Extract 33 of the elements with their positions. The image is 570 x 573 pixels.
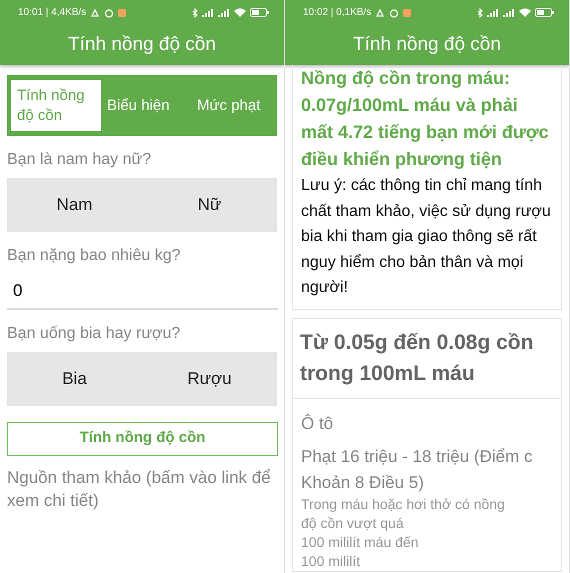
status-time: 10:01 | 4,4KB/s [18,6,86,20]
signal-icon [202,8,214,16]
signal-icon [487,8,499,16]
bluetooth-icon [192,8,198,18]
battery-icon [250,8,270,17]
choice-option[interactable]: Nam [7,178,142,232]
detail-text: 100 mililít máu đến [301,533,420,552]
disclaimer-text: Lưu ý: các thông tin chỉ mang tính chất tham khảo, việc sử dụng rượu bia khi tham gia giao thông sẽ rất nguy hiểm cho bản thân và mọi người! [301,176,552,298]
detail-text: độ cồn vượt quá [301,514,405,534]
detail-text: 100 mililít [301,552,362,572]
question-label: Bạn là nam hay nữ? [7,150,152,170]
battery-icon [535,8,555,17]
vehicle-label: Ô tô [301,412,334,435]
status-time: 10:02 | 0,1KB/s [303,6,372,20]
question-label: Bạn uống bia hay rượu? [7,324,182,344]
app-notification-icon [403,8,412,16]
choice-option[interactable]: Nữ [142,178,277,232]
source-note: Nguồn tham khảo (bấm vào link để xem chi tiết) [7,466,272,512]
question-label: Bạn nặng bao nhiêu kg? [7,246,182,266]
wifi-icon [234,8,246,17]
wifi-icon [519,8,531,17]
penalty-text: Phạt 16 triệu - 18 triệu (Điểm c Khoản 8 Điều 5) [301,446,534,494]
bluetooth-icon [477,8,483,18]
penalty-heading: Từ 0.05g đến 0.08g cồn trong 100mL máu [293,318,561,399]
result-text: Nồng độ cồn trong máu: 0.07g/100mL máu và phải mất 4.72 tiếng bạn mới được điều khiển phương tiện [301,67,550,171]
signal-icon [218,8,230,16]
detail-text: Trong máu hoặc hơi thở có nồng [301,495,506,514]
app-title: Tính nồng độ cồn [353,32,501,57]
signal-icon [503,8,515,16]
app-title: Tính nồng độ cồn [68,32,216,57]
app-notification-icon [118,8,126,16]
choice-option[interactable]: Rượu [142,352,277,406]
choice-option[interactable]: Bia [7,352,142,406]
